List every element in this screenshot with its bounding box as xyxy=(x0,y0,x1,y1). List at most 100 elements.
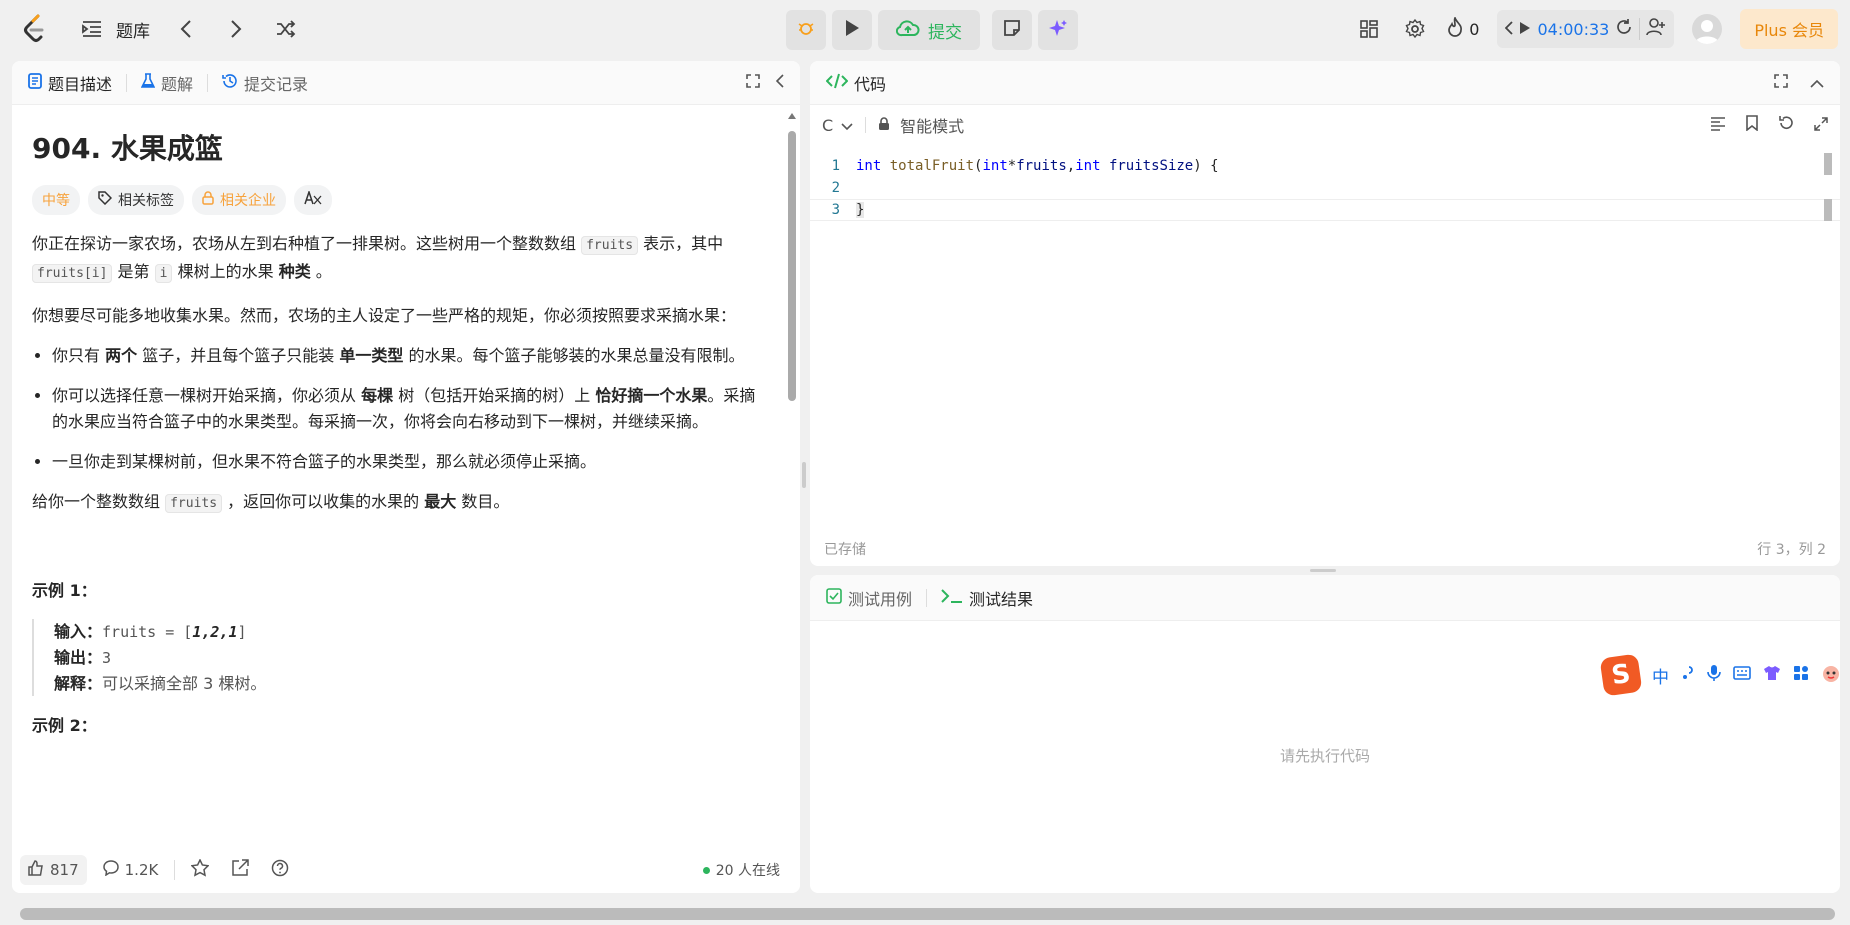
online-indicator: 20 人在线 xyxy=(702,860,780,880)
submit-button[interactable]: 提交 xyxy=(878,10,980,50)
companies-tag-button[interactable]: 相关企业 xyxy=(192,185,286,215)
inline-code: fruits[i] xyxy=(32,264,113,283)
layout-icon[interactable] xyxy=(1355,15,1383,43)
skin-shirt-icon[interactable] xyxy=(1763,665,1781,686)
topics-tag-label: 相关标签 xyxy=(118,193,174,209)
tab-testcase-label: 测试用例 xyxy=(848,589,913,609)
user-avatar[interactable] xyxy=(1692,14,1723,44)
history-icon xyxy=(222,73,238,93)
inline-code: fruits xyxy=(165,494,223,513)
comments-button[interactable]: 1.2K xyxy=(102,860,159,880)
cursor-position: 行 3，列 2 xyxy=(1757,542,1826,558)
fullscreen-icon[interactable] xyxy=(1814,116,1828,135)
like-button[interactable]: 817 xyxy=(20,855,87,885)
run-button[interactable] xyxy=(832,10,872,50)
test-panel: 测试用例 测试结果 请先执行代码 xyxy=(810,575,1840,893)
cloud-upload-icon xyxy=(895,19,920,42)
star-icon[interactable] xyxy=(190,858,210,881)
top-bar: 题库 提交 0 04:00:33 Plus 会员 xyxy=(0,0,1850,58)
flame-icon xyxy=(1447,15,1463,41)
maximize-icon[interactable] xyxy=(746,73,760,92)
tab-description[interactable]: 题目描述 xyxy=(28,71,112,95)
smart-mode-label[interactable]: 智能模式 xyxy=(900,113,964,137)
desc-paragraph-2: 你想要尽可能多地收集水果。然而，农场的主人设定了一些严格的规矩，你必须按照要求采… xyxy=(32,306,737,325)
comment-count: 1.2K xyxy=(124,861,159,879)
tab-test-result[interactable]: 测试结果 xyxy=(941,586,1033,610)
rule-item-2: 你可以选择任意一棵树开始采摘，你必须从 每棵 树（包括开始采摘的树）上 恰好摘一… xyxy=(52,383,762,435)
problem-title[interactable]: 904. 水果成篮 xyxy=(32,127,762,167)
rules-list: 你只有 两个 篮子，并且每个篮子只能装 单一类型 的水果。每个篮子能够装的水果总… xyxy=(32,343,762,475)
next-problem-icon[interactable] xyxy=(222,15,250,43)
leetcode-logo-icon[interactable] xyxy=(22,14,48,44)
timer-play-icon[interactable] xyxy=(1519,20,1531,39)
debug-button[interactable] xyxy=(786,10,826,50)
editor-toolbar: C 智能模式 xyxy=(810,105,1840,145)
flask-icon xyxy=(140,72,156,93)
rule-item-1: 你只有 两个 篮子，并且每个篮子只能装 单一类型 的水果。每个篮子能够装的水果总… xyxy=(52,343,762,369)
toolbox-grid-icon[interactable] xyxy=(1793,665,1809,686)
tab-solutions-label: 题解 xyxy=(161,74,194,94)
translate-icon xyxy=(304,189,322,209)
ime-language-toggle[interactable]: 中 xyxy=(1652,663,1669,688)
help-icon[interactable] xyxy=(271,859,289,881)
ime-mascot-icon[interactable] xyxy=(1821,663,1841,688)
microphone-icon[interactable] xyxy=(1707,664,1721,687)
like-count: 817 xyxy=(50,861,79,879)
timer-collapse-icon[interactable] xyxy=(1505,20,1514,39)
code-maximize-icon[interactable] xyxy=(1774,73,1788,92)
tab-submissions[interactable]: 提交记录 xyxy=(222,71,308,95)
code-collapse-icon[interactable] xyxy=(1810,73,1824,92)
run-code-placeholder: 请先执行代码 xyxy=(1279,747,1370,765)
code-editor[interactable]: 1 int totalFruit(int * fruits, int fruits… xyxy=(810,149,1840,529)
code-line-active: 3 } xyxy=(810,199,1840,221)
reset-code-icon[interactable] xyxy=(1778,115,1794,135)
plus-membership-button[interactable]: Plus 会员 xyxy=(1740,9,1838,49)
random-problem-icon[interactable] xyxy=(272,15,300,43)
share-icon[interactable] xyxy=(231,859,250,881)
problem-bank-title[interactable]: 题库 xyxy=(116,17,150,42)
tag-row: 中等 相关标签 相关企业 xyxy=(32,185,762,215)
description-content: 904. 水果成篮 中等 相关标签 相关企业 你正在探访一家农场，农场从左到右种… xyxy=(12,105,782,845)
inline-code: fruits xyxy=(581,236,639,255)
difficulty-badge: 中等 xyxy=(32,185,80,215)
sparkle-icon xyxy=(1048,18,1068,42)
description-panel: 题目描述 题解 提交记录 904. 水果成篮 中等 相关标签 相关企业 你正在探… xyxy=(12,61,800,893)
vertical-resize-handle[interactable] xyxy=(802,462,806,488)
collapse-left-icon[interactable] xyxy=(775,73,784,92)
test-tabs: 测试用例 测试结果 xyxy=(810,575,1840,621)
language-select[interactable]: C xyxy=(822,116,853,135)
inline-code: i xyxy=(154,264,173,283)
page-horizontal-scrollbar[interactable] xyxy=(20,908,1835,920)
tab-solutions[interactable]: 题解 xyxy=(140,71,194,95)
tab-submissions-label: 提交记录 xyxy=(244,74,309,94)
problem-list-icon[interactable] xyxy=(78,15,106,43)
timer-reset-icon[interactable] xyxy=(1615,18,1633,40)
notes-button[interactable] xyxy=(992,10,1032,50)
code-title: 代码 xyxy=(854,74,887,94)
description-scrollbar[interactable] xyxy=(788,113,796,853)
timer-display: 04:00:33 xyxy=(1537,19,1610,39)
add-friend-icon[interactable] xyxy=(1646,18,1666,40)
companies-tag-label: 相关企业 xyxy=(220,193,276,209)
checkbox-icon xyxy=(826,587,842,608)
topics-tag-button[interactable]: 相关标签 xyxy=(88,185,184,215)
format-icon[interactable] xyxy=(1710,116,1726,135)
description-tabs: 题目描述 题解 提交记录 xyxy=(12,61,800,105)
prev-problem-icon[interactable] xyxy=(172,15,200,43)
tag-icon xyxy=(98,191,113,209)
play-icon xyxy=(844,19,860,41)
editor-minimap-scroll[interactable] xyxy=(1824,153,1832,223)
code-panel: 代码 C 智能模式 1 int totalFruit(int * fruits, … xyxy=(810,61,1840,566)
smart-mode-lock-icon xyxy=(878,116,890,135)
translate-button[interactable] xyxy=(294,185,332,215)
tab-test-result-label: 测试结果 xyxy=(969,589,1034,609)
sogou-logo-icon[interactable]: S xyxy=(1599,653,1643,697)
bookmark-icon[interactable] xyxy=(1746,115,1758,135)
keyboard-icon[interactable] xyxy=(1733,665,1751,685)
ai-button[interactable] xyxy=(1038,10,1078,50)
tab-testcase[interactable]: 测试用例 xyxy=(826,586,912,610)
punctuation-icon[interactable] xyxy=(1681,665,1695,686)
streak-counter[interactable]: 0 xyxy=(1447,15,1479,41)
settings-gear-icon[interactable] xyxy=(1401,15,1429,43)
horizontal-resize-handle[interactable] xyxy=(1310,569,1336,572)
